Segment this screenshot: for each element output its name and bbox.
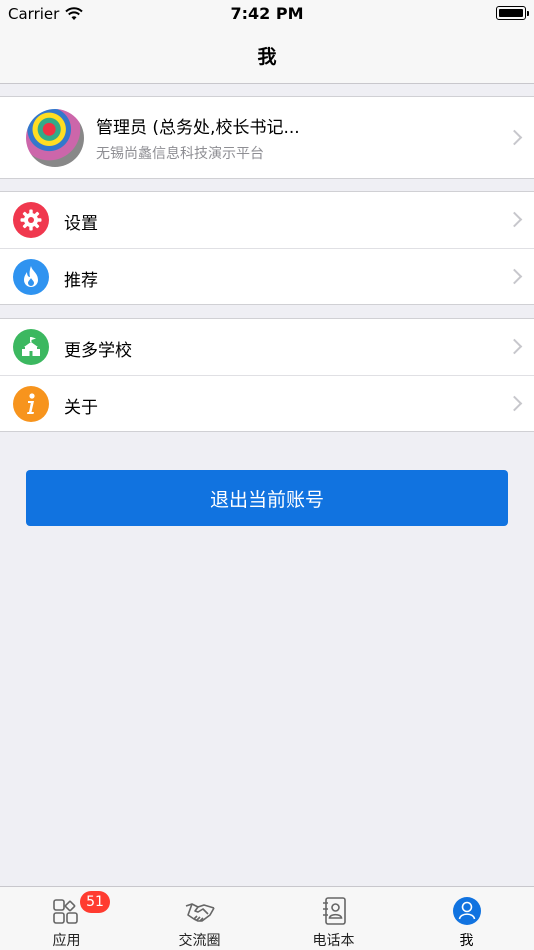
avatar: [26, 109, 84, 167]
handshake-icon: [185, 903, 215, 922]
contacts-icon: [322, 897, 346, 925]
menu-group-1: 设置 推荐: [0, 191, 534, 305]
chevron-right-icon: [506, 211, 523, 228]
person-icon: [452, 897, 481, 925]
menu-item-label: 更多学校: [64, 341, 132, 361]
tab-label: 应用: [52, 933, 81, 949]
tab-apps[interactable]: 51 应用: [0, 887, 133, 950]
tab-phonebook[interactable]: 电话本: [267, 887, 400, 950]
profile-card[interactable]: 管理员 (总务处,校长书记... 无锡尚蠡信息科技演示平台: [0, 96, 534, 179]
tab-me[interactable]: 我: [400, 887, 533, 950]
chevron-right-icon: [506, 129, 523, 146]
chevron-right-icon: [506, 268, 523, 285]
flame-icon: [13, 259, 49, 295]
page-title: 我: [257, 46, 277, 68]
tab-label: 我: [459, 933, 474, 949]
info-icon: [13, 386, 49, 422]
profile-organization: 无锡尚蠡信息科技演示平台: [96, 146, 264, 162]
menu-item-label: 设置: [64, 214, 98, 234]
menu-item-label: 关于: [64, 398, 98, 418]
menu-item-settings[interactable]: 设置: [0, 192, 534, 248]
logout-button[interactable]: 退出当前账号: [26, 470, 508, 526]
menu-group-2: 更多学校 关于: [0, 318, 534, 432]
chevron-right-icon: [506, 395, 523, 412]
battery-icon: [496, 6, 529, 20]
apps-icon: [52, 899, 78, 924]
navigation-bar: 我: [0, 28, 534, 84]
status-right: [496, 6, 529, 20]
notification-badge: 51: [80, 891, 110, 913]
menu-item-about[interactable]: 关于: [0, 376, 534, 432]
menu-item-recommend[interactable]: 推荐: [0, 249, 534, 305]
tab-label: 交流圈: [178, 933, 221, 949]
status-time: 7:42 PM: [230, 4, 304, 23]
profile-name: 管理员 (总务处,校长书记...: [96, 118, 300, 138]
tab-label: 电话本: [312, 933, 355, 949]
menu-item-label: 推荐: [64, 271, 98, 291]
status-bar: Carrier 7:42 PM: [0, 0, 534, 28]
school-icon: [13, 329, 49, 365]
menu-item-more-schools[interactable]: 更多学校: [0, 319, 534, 375]
tab-exchange-circle[interactable]: 交流圈: [133, 887, 266, 950]
tab-bar: 51 应用 交流圈 电话本 我: [0, 886, 534, 950]
gear-icon: [13, 202, 49, 238]
chevron-right-icon: [506, 338, 523, 355]
